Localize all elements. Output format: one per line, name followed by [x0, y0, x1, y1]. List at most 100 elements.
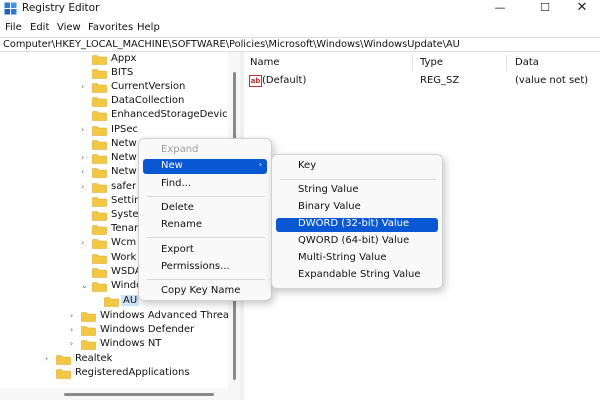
- folder-icon: [92, 254, 107, 264]
- folder-icon: [92, 183, 107, 193]
- submenu-item-qword-value[interactable]: QWORD (64-bit) Value: [276, 235, 438, 249]
- chevron-right-icon[interactable]: ›: [81, 167, 84, 176]
- folder-icon: [92, 126, 107, 136]
- column-separator: [506, 55, 507, 71]
- tree-item-label: Windows NT: [100, 338, 162, 349]
- menu-separator: [147, 279, 265, 280]
- tree-item-label: Netw: [111, 152, 137, 163]
- tree-item-label: DataCollection: [111, 95, 185, 106]
- chevron-right-icon[interactable]: ›: [81, 238, 84, 247]
- menu-item-export[interactable]: Export: [143, 243, 267, 258]
- folder-icon: [92, 111, 107, 121]
- menu-separator: [147, 237, 265, 238]
- menu-edit[interactable]: Edit: [30, 22, 49, 33]
- chevron-right-icon[interactable]: ›: [81, 182, 84, 191]
- value-row-default[interactable]: ab (Default) REG_SZ (value not set): [244, 74, 600, 88]
- submenu-item-string-value[interactable]: String Value: [276, 184, 438, 198]
- tree-horizontal-scrollbar[interactable]: [0, 388, 240, 400]
- minimize-button[interactable]: —: [480, 0, 520, 18]
- folder-icon: [56, 369, 71, 379]
- folder-icon: [81, 340, 96, 350]
- window-title: Registry Editor: [22, 2, 100, 14]
- registry-cube-icon: [4, 2, 17, 15]
- menu-item-copy-key-name[interactable]: Copy Key Name: [143, 284, 267, 299]
- tree-item-label: Netw: [111, 166, 137, 177]
- title-bar: Registry Editor — ☐ ✕: [0, 0, 600, 18]
- folder-icon: [104, 297, 119, 307]
- tree-item-label: CurrentVersion: [111, 81, 186, 92]
- submenu-item-dword-value[interactable]: DWORD (32-bit) Value: [276, 218, 438, 232]
- column-separator: [412, 55, 413, 71]
- value-data: (value not set): [515, 75, 589, 86]
- folder-icon: [56, 355, 71, 365]
- tree-item-label: Appx: [111, 53, 137, 64]
- tree-item-label: Settin: [111, 195, 141, 206]
- value-type: REG_SZ: [420, 75, 460, 86]
- tree-item-label: Syste: [111, 209, 139, 220]
- column-header-data[interactable]: Data: [515, 57, 539, 68]
- folder-icon: [92, 154, 107, 164]
- tree-item-label: safer: [111, 181, 137, 192]
- tree-item-label: BITS: [111, 67, 134, 78]
- menu-item-rename[interactable]: Rename: [143, 218, 267, 233]
- context-menu: Expand New › Find... Delete Rename Expor…: [138, 138, 272, 301]
- menu-item-permissions[interactable]: Permissions...: [143, 260, 267, 275]
- tree-item-label: Windows Advanced Threat Prot: [100, 310, 228, 321]
- menu-separator: [280, 179, 436, 180]
- close-button[interactable]: ✕: [562, 0, 600, 18]
- submenu-item-multi-string-value[interactable]: Multi-String Value: [276, 252, 438, 266]
- column-header-name[interactable]: Name: [250, 57, 280, 68]
- menu-view[interactable]: View: [57, 22, 81, 33]
- tree-item-label: AU: [121, 295, 140, 306]
- ab-string-value-icon: ab: [249, 75, 262, 87]
- folder-icon: [92, 69, 107, 79]
- menu-item-find[interactable]: Find...: [143, 177, 267, 192]
- submenu-item-binary-value[interactable]: Binary Value: [276, 201, 438, 215]
- chevron-right-icon[interactable]: ›: [81, 82, 84, 91]
- folder-icon: [92, 268, 107, 278]
- folder-icon: [92, 168, 107, 178]
- tree-item-label: Realtek: [75, 353, 113, 364]
- folder-icon: [92, 140, 107, 150]
- tree-hscroll-thumb[interactable]: [64, 393, 214, 396]
- menu-favorites[interactable]: Favorites: [88, 22, 133, 33]
- chevron-down-icon[interactable]: ⌄: [81, 281, 88, 290]
- folder-icon: [92, 83, 107, 93]
- chevron-right-icon[interactable]: ›: [81, 125, 84, 134]
- tree-item-label: Wcm: [111, 237, 137, 248]
- address-path: Computer\HKEY_LOCAL_MACHINE\SOFTWARE\Pol…: [3, 39, 460, 50]
- chevron-right-icon[interactable]: ›: [45, 354, 48, 363]
- folder-icon: [81, 312, 96, 322]
- tree-item-label: Work: [111, 252, 137, 263]
- maximize-button[interactable]: ☐: [525, 0, 565, 18]
- folder-icon: [92, 55, 107, 65]
- chevron-right-icon[interactable]: ›: [70, 339, 73, 348]
- menu-item-expand: Expand: [161, 144, 199, 155]
- column-header-type[interactable]: Type: [420, 57, 443, 68]
- folder-icon: [81, 326, 96, 336]
- chevron-right-icon: ›: [258, 160, 262, 169]
- tree-item-label: Netw: [111, 138, 137, 149]
- address-bar[interactable]: Computer\HKEY_LOCAL_MACHINE\SOFTWARE\Pol…: [0, 37, 600, 52]
- chevron-right-icon[interactable]: ›: [81, 153, 84, 162]
- submenu-item-expandable-string-value[interactable]: Expandable String Value: [276, 269, 438, 283]
- tree-item-label: IPSec: [111, 124, 138, 135]
- folder-icon: [92, 239, 107, 249]
- folder-icon: [92, 225, 107, 235]
- new-submenu: Key String Value Binary Value DWORD (32-…: [271, 154, 443, 289]
- chevron-right-icon[interactable]: ›: [70, 311, 73, 320]
- menu-bar: File Edit View Favorites Help: [0, 18, 600, 37]
- tree-item-label: EnhancedStorageDevices: [111, 109, 228, 120]
- tree-item-label: RegisteredApplications: [75, 367, 190, 378]
- folder-icon: [92, 282, 107, 292]
- tree-item-label: Tenar: [111, 223, 139, 234]
- menu-item-delete[interactable]: Delete: [143, 201, 267, 216]
- menu-help[interactable]: Help: [137, 22, 160, 33]
- menu-file[interactable]: File: [5, 22, 22, 33]
- submenu-item-key[interactable]: Key: [276, 160, 438, 174]
- menu-item-new[interactable]: New ›: [143, 159, 267, 174]
- tree-item-label: Windows Defender: [100, 324, 195, 335]
- value-name: (Default): [262, 75, 307, 86]
- chevron-right-icon[interactable]: ›: [70, 325, 73, 334]
- folder-icon: [92, 97, 107, 107]
